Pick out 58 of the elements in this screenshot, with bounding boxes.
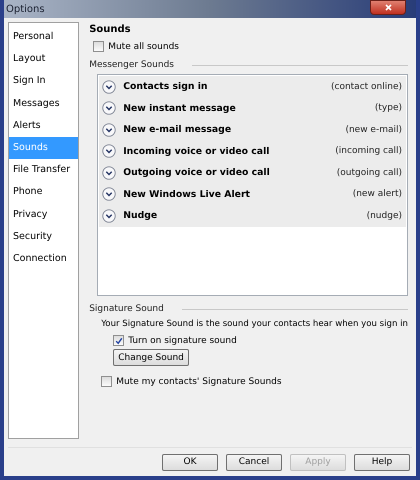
sidebar-item[interactable]: Phone: [9, 181, 78, 204]
description-text: Your Signature Sound is the sound your contacts hear when you sign in: [101, 319, 408, 329]
sound-event-name: Contacts sign in: [123, 81, 209, 92]
dialog-button[interactable]: Help: [354, 454, 410, 470]
sound-name: (incoming call): [335, 146, 402, 156]
sidebar-item[interactable]: Security: [9, 226, 78, 248]
sidebar-item[interactable]: Connection: [9, 248, 78, 270]
sound-row[interactable]: New e-mail message (new e-mail): [99, 119, 406, 140]
sound-event-name: New instant message: [123, 102, 237, 114]
sidebar-item[interactable]: Alerts: [9, 114, 78, 137]
sound-row[interactable]: Nudge (nudge): [99, 205, 406, 226]
section-heading: Sounds: [89, 24, 132, 35]
sound-name: (new e-mail): [345, 124, 402, 135]
sound-name: (outgoing call): [336, 168, 402, 178]
sound-row[interactable]: Incoming voice or video call (incoming call): [99, 140, 406, 162]
sound-row[interactable]: New Windows Live Alert (new alert): [99, 184, 406, 205]
dialog-button[interactable]: Cancel: [226, 454, 282, 470]
close-icon: [384, 4, 392, 11]
checkbox-row[interactable]: Turn on signature sound: [113, 335, 408, 346]
group-title: Messenger Sounds: [89, 60, 174, 70]
expand-icon[interactable]: [102, 208, 116, 223]
group-title: Signature Sound: [89, 304, 164, 314]
checkbox[interactable]: [113, 335, 124, 346]
expand-icon[interactable]: [102, 101, 116, 116]
sidebar-item[interactable]: Personal: [9, 26, 78, 48]
sound-event-name: Incoming voice or video call: [123, 146, 270, 157]
checkbox-label: Turn on signature sound: [128, 336, 237, 346]
sound-event-name: Nudge: [123, 210, 158, 222]
checkbox[interactable]: [101, 376, 112, 387]
sidebar-item[interactable]: File Transfer: [9, 159, 78, 182]
sound-name: (type): [374, 103, 402, 114]
sound-event-name: New Windows Live Alert: [123, 188, 252, 200]
checkbox[interactable]: [93, 41, 104, 52]
sound-row[interactable]: Contacts sign in (contact online): [99, 76, 406, 98]
sound-event-name: New e-mail message: [123, 124, 232, 136]
expand-icon[interactable]: [102, 166, 116, 180]
window-title: Options: [5, 4, 45, 14]
sidebar-item[interactable]: Sign In: [9, 70, 78, 93]
sound-name: (new alert): [352, 189, 402, 200]
sidebar-item[interactable]: Layout: [9, 48, 78, 70]
expand-icon[interactable]: [102, 187, 116, 202]
expand-icon[interactable]: [102, 122, 116, 137]
checkbox-label: Mute all sounds: [108, 42, 179, 52]
dialog-button[interactable]: OK: [162, 454, 218, 470]
sound-row[interactable]: New instant message (type): [99, 98, 406, 119]
sound-name: (contact online): [330, 82, 402, 92]
sound-event-name: Outgoing voice or video call: [123, 167, 271, 178]
expand-icon[interactable]: [102, 80, 116, 94]
checkbox-label: Mute my contacts' Signature Sounds: [116, 376, 282, 386]
checkbox-row[interactable]: Mute my contacts' Signature Sounds: [101, 376, 408, 387]
change-sound-button[interactable]: Change Sound: [113, 349, 189, 366]
expand-icon[interactable]: [102, 144, 116, 158]
checkbox-row[interactable]: Mute all sounds: [93, 41, 408, 52]
sidebar-item[interactable]: Privacy: [9, 204, 78, 226]
close-button[interactable]: [370, 0, 406, 15]
sidebar-item[interactable]: Messages: [9, 92, 78, 115]
sound-name: (nudge): [366, 210, 402, 221]
sound-row[interactable]: Outgoing voice or video call (outgoing call): [99, 162, 406, 184]
